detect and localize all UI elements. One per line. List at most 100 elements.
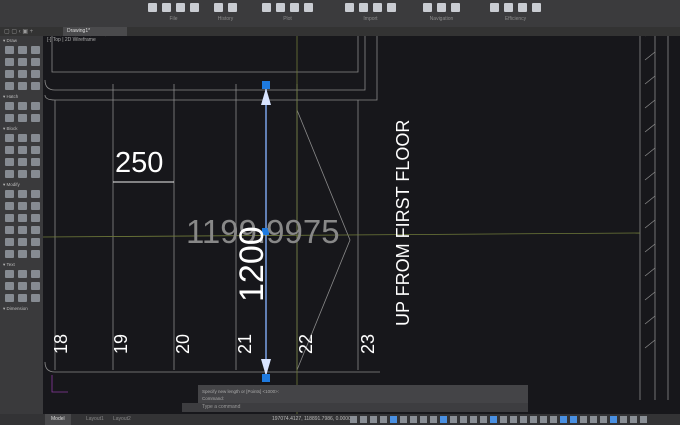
- tool-icon[interactable]: [5, 82, 14, 90]
- tool-icon[interactable]: [31, 270, 40, 278]
- status-toggle-icon[interactable]: [480, 416, 487, 423]
- status-toggle-icon[interactable]: [580, 416, 587, 423]
- tool-icon[interactable]: [5, 170, 14, 178]
- zoom-icon[interactable]: [423, 3, 432, 12]
- publish-icon[interactable]: [304, 3, 313, 12]
- tab-icons[interactable]: ▢ ▢ ‹ ▣ +: [4, 28, 33, 35]
- status-toggle-icon[interactable]: [590, 416, 597, 423]
- status-toggle-icon[interactable]: [610, 416, 617, 423]
- purge-icon[interactable]: [518, 3, 527, 12]
- tool-icon[interactable]: [18, 158, 27, 166]
- palette-section-header[interactable]: ▾ Draw: [0, 36, 43, 44]
- tool-icon[interactable]: [5, 146, 14, 154]
- palette-section-header[interactable]: ▾ Block: [0, 124, 43, 132]
- tool-icon[interactable]: [5, 226, 14, 234]
- tool-icon[interactable]: [18, 282, 27, 290]
- tool-icon[interactable]: [18, 114, 27, 122]
- tool-icon[interactable]: [31, 282, 40, 290]
- tool-icon[interactable]: [31, 294, 40, 302]
- command-input[interactable]: Type a command: [182, 403, 528, 412]
- tab-layout2[interactable]: Layout2: [113, 414, 131, 425]
- tool-icon[interactable]: [5, 46, 14, 54]
- pdf-icon[interactable]: [387, 3, 396, 12]
- tool-icon[interactable]: [5, 270, 14, 278]
- import-icon[interactable]: [345, 3, 354, 12]
- open-icon[interactable]: [162, 3, 171, 12]
- tool-icon[interactable]: [18, 46, 27, 54]
- save-as-icon[interactable]: [190, 3, 199, 12]
- status-toggle-icon[interactable]: [640, 416, 647, 423]
- drawing-canvas[interactable]: [-] Top | 2D Wireframe 250 1199.9975 120…: [43, 36, 680, 414]
- status-toggle-icon[interactable]: [450, 416, 457, 423]
- image-icon[interactable]: [373, 3, 382, 12]
- tool-icon[interactable]: [18, 70, 27, 78]
- tab-model[interactable]: Model: [45, 414, 71, 425]
- document-tab[interactable]: Drawing1*: [63, 27, 127, 36]
- status-toggle-icon[interactable]: [560, 416, 567, 423]
- tool-icon[interactable]: [18, 238, 27, 246]
- attach-icon[interactable]: [359, 3, 368, 12]
- tool-icon[interactable]: [18, 250, 27, 258]
- tool-icon[interactable]: [5, 238, 14, 246]
- orbit-icon[interactable]: [451, 3, 460, 12]
- status-toggle-icon[interactable]: [570, 416, 577, 423]
- viewport-label[interactable]: [-] Top | 2D Wireframe: [47, 37, 96, 43]
- status-toggle-icon[interactable]: [540, 416, 547, 423]
- tool-icon[interactable]: [5, 158, 14, 166]
- palette-section-header[interactable]: ▾ Dimension: [0, 304, 43, 312]
- status-toggle-icon[interactable]: [360, 416, 367, 423]
- tool-icon[interactable]: [31, 134, 40, 142]
- tool-icon[interactable]: [5, 134, 14, 142]
- status-toggle-icon[interactable]: [460, 416, 467, 423]
- status-toggle-icon[interactable]: [490, 416, 497, 423]
- tool-icon[interactable]: [31, 190, 40, 198]
- status-toggle-icon[interactable]: [430, 416, 437, 423]
- status-toggle-icon[interactable]: [600, 416, 607, 423]
- tool-icon[interactable]: [5, 70, 14, 78]
- status-toggle-icon[interactable]: [410, 416, 417, 423]
- layers-icon[interactable]: [532, 3, 541, 12]
- tool-icon[interactable]: [31, 226, 40, 234]
- page-setup-icon[interactable]: [290, 3, 299, 12]
- tool-icon[interactable]: [31, 250, 40, 258]
- status-toggle-icon[interactable]: [440, 416, 447, 423]
- tool-icon[interactable]: [5, 190, 14, 198]
- status-toggle-icon[interactable]: [550, 416, 557, 423]
- properties-icon[interactable]: [490, 3, 499, 12]
- status-toggle-icon[interactable]: [350, 416, 357, 423]
- tool-icon[interactable]: [5, 102, 14, 110]
- status-toggle-icon[interactable]: [390, 416, 397, 423]
- tool-icon[interactable]: [18, 294, 27, 302]
- tool-icon[interactable]: [18, 190, 27, 198]
- tool-icon[interactable]: [18, 170, 27, 178]
- status-toggle-icon[interactable]: [500, 416, 507, 423]
- tool-icon[interactable]: [31, 158, 40, 166]
- match-icon[interactable]: [504, 3, 513, 12]
- redo-icon[interactable]: [228, 3, 237, 12]
- undo-icon[interactable]: [214, 3, 223, 12]
- save-icon[interactable]: [176, 3, 185, 12]
- tool-icon[interactable]: [5, 294, 14, 302]
- status-toggle-icon[interactable]: [620, 416, 627, 423]
- palette-section-header[interactable]: ▾ Modify: [0, 180, 43, 188]
- tool-icon[interactable]: [18, 58, 27, 66]
- tool-icon[interactable]: [18, 226, 27, 234]
- status-toggle-icon[interactable]: [510, 416, 517, 423]
- tool-icon[interactable]: [31, 82, 40, 90]
- status-toggle-icon[interactable]: [370, 416, 377, 423]
- status-toggle-icon[interactable]: [420, 416, 427, 423]
- new-icon[interactable]: [148, 3, 157, 12]
- status-toggle-icon[interactable]: [470, 416, 477, 423]
- tool-icon[interactable]: [31, 146, 40, 154]
- print-icon[interactable]: [262, 3, 271, 12]
- tool-icon[interactable]: [5, 250, 14, 258]
- palette-section-header[interactable]: ▾ Hatch: [0, 92, 43, 100]
- tool-icon[interactable]: [18, 82, 27, 90]
- tool-icon[interactable]: [18, 146, 27, 154]
- status-toggle-icon[interactable]: [630, 416, 637, 423]
- tool-icon[interactable]: [18, 270, 27, 278]
- status-toggle-icon[interactable]: [530, 416, 537, 423]
- tool-icon[interactable]: [5, 282, 14, 290]
- tool-icon[interactable]: [31, 58, 40, 66]
- plot-icon[interactable]: [276, 3, 285, 12]
